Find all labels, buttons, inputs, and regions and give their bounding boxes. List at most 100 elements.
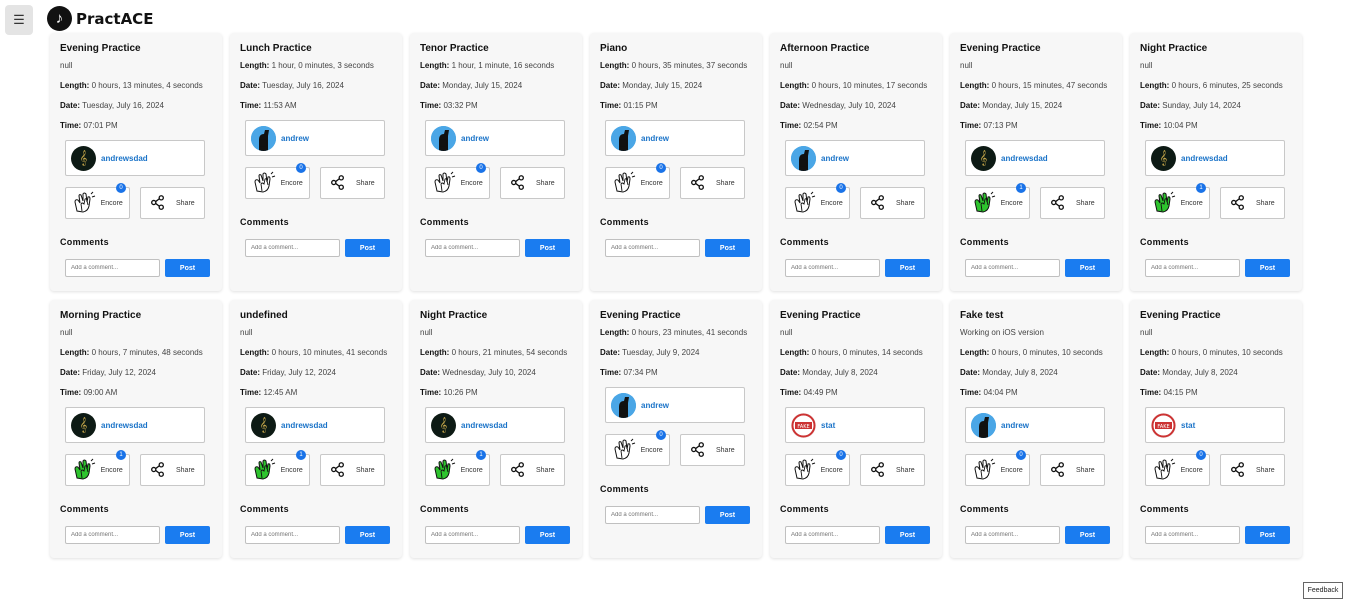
user-chip[interactable]: 𝄞 andrewsdad [245,407,385,443]
user-chip[interactable]: FAKE stat [785,407,925,443]
share-button[interactable]: Share [320,454,385,486]
encore-button[interactable]: Encore 1 [65,450,130,486]
comment-input[interactable] [65,526,160,544]
post-comment-button[interactable]: Post [1245,526,1290,544]
encore-button[interactable]: Encore 0 [785,183,850,219]
post-comment-button[interactable]: Post [525,239,570,257]
share-button[interactable]: Share [140,454,205,486]
share-button[interactable]: Share [320,167,385,199]
encore-button[interactable]: Encore 0 [65,183,130,219]
comment-input[interactable] [965,259,1060,277]
share-button[interactable]: Share [860,454,925,486]
comment-input[interactable] [65,259,160,277]
share-button[interactable]: Share [500,454,565,486]
time-value: 04:49 PM [803,388,838,397]
encore-button[interactable]: Encore 0 [785,450,850,486]
user-chip[interactable]: andrew [425,120,565,156]
share-icon [870,194,885,212]
comment-input[interactable] [425,239,520,257]
length-label: Length: [600,328,630,337]
comments-heading: Comments [1140,237,1189,247]
feedback-button[interactable]: Feedback [1303,582,1343,599]
post-comment-button[interactable]: Post [345,239,390,257]
comment-input[interactable] [785,259,880,277]
encore-label: Encore [1000,466,1023,474]
encore-button[interactable]: Encore 0 [965,450,1030,486]
comment-input[interactable] [785,526,880,544]
encore-count-badge: 0 [836,183,846,193]
comment-form: Post [425,239,572,257]
user-chip[interactable]: 𝄞 andrewsdad [65,140,205,176]
comment-input[interactable] [605,506,700,524]
user-chip[interactable]: andrew [965,407,1105,443]
comment-input[interactable] [1145,259,1240,277]
card-actions: Encore 1 Share [965,183,1112,219]
post-comment-button[interactable]: Post [1065,526,1110,544]
comment-input[interactable] [965,526,1060,544]
user-chip[interactable]: andrew [785,140,925,176]
encore-button[interactable]: Encore 0 [425,163,490,199]
card-actions: Encore 0 Share [245,163,392,199]
share-button[interactable]: Share [1040,454,1105,486]
share-icon [690,441,705,459]
post-comment-button[interactable]: Post [885,526,930,544]
post-comment-button[interactable]: Post [705,506,750,524]
user-chip[interactable]: 𝄞 andrewsdad [1145,140,1285,176]
comment-input[interactable] [1145,526,1240,544]
app-logo[interactable]: ♪ PractACE [47,6,153,31]
encore-button[interactable]: Encore 1 [1145,183,1210,219]
practice-time: Time: 07:13 PM [960,120,1112,132]
user-chip[interactable]: andrew [605,120,745,156]
user-chip[interactable]: 𝄞 andrewsdad [965,140,1105,176]
post-comment-button[interactable]: Post [1065,259,1110,277]
share-button[interactable]: Share [1040,187,1105,219]
share-button[interactable]: Share [1220,454,1285,486]
share-label: Share [1075,199,1095,207]
comment-form: Post [425,526,572,544]
encore-button[interactable]: Encore 1 [965,183,1030,219]
post-comment-button[interactable]: Post [345,526,390,544]
encore-label: Encore [1000,199,1023,207]
user-chip[interactable]: 𝄞 andrewsdad [65,407,205,443]
encore-button[interactable]: Encore 0 [1145,450,1210,486]
avatar: 𝄞 [971,145,996,171]
clap-icon [252,171,276,195]
practice-date: Date: Tuesday, July 9, 2024 [600,347,752,359]
svg-text:FAKE: FAKE [797,424,809,430]
share-label: Share [535,466,555,474]
share-button[interactable]: Share [860,187,925,219]
share-button[interactable]: Share [680,434,745,466]
post-comment-button[interactable]: Post [885,259,930,277]
comment-input[interactable] [245,526,340,544]
post-comment-button[interactable]: Post [1245,259,1290,277]
share-button[interactable]: Share [500,167,565,199]
encore-button[interactable]: Encore 0 [605,163,670,199]
practice-title: Piano [600,43,628,54]
encore-button[interactable]: Encore 1 [425,450,490,486]
post-comment-button[interactable]: Post [705,239,750,257]
share-button[interactable]: Share [140,187,205,219]
clap-icon [792,458,816,482]
clap-icon [792,191,816,215]
share-button[interactable]: Share [1220,187,1285,219]
share-button[interactable]: Share [680,167,745,199]
date-label: Date: [240,368,261,377]
practice-date: Date: Monday, July 8, 2024 [960,367,1112,379]
date-value: Friday, July 12, 2024 [262,368,336,377]
comment-input[interactable] [425,526,520,544]
encore-button[interactable]: Encore 0 [245,163,310,199]
encore-count-badge: 1 [476,450,486,460]
post-comment-button[interactable]: Post [165,259,210,277]
post-comment-button[interactable]: Post [165,526,210,544]
menu-button[interactable]: ☰ [5,5,33,35]
user-chip[interactable]: FAKE stat [1145,407,1285,443]
user-chip[interactable]: 𝄞 andrewsdad [425,407,565,443]
encore-button[interactable]: Encore 0 [605,430,670,466]
user-chip[interactable]: andrew [605,387,745,423]
user-chip[interactable]: andrew [245,120,385,156]
encore-button[interactable]: Encore 1 [245,450,310,486]
length-label: Length: [1140,348,1170,357]
post-comment-button[interactable]: Post [525,526,570,544]
comment-input[interactable] [605,239,700,257]
comment-input[interactable] [245,239,340,257]
